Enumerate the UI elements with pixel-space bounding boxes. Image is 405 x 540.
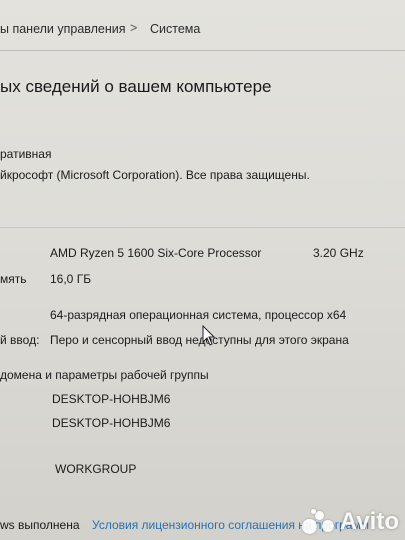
- workgroup-value: WORKGROUP: [55, 462, 137, 476]
- system-control-panel-window: ы панели управления > Система ых сведени…: [0, 0, 405, 540]
- breadcrumb-divider: [0, 50, 405, 51]
- pen-touch-value: Перо и сенсорный ввод недоступны для это…: [50, 333, 349, 347]
- memory-value: 16,0 ГБ: [50, 272, 92, 286]
- page-title: ых сведений о вашем компьютере: [0, 77, 272, 96]
- breadcrumb-separator-icon: >: [130, 21, 138, 35]
- computer-name-value: DESKTOP-HOHBJM6: [52, 392, 171, 406]
- section-divider: [0, 227, 405, 228]
- memory-label: мять: [0, 272, 27, 286]
- avito-watermark-text: Avito: [339, 508, 399, 535]
- activation-status: ws выполнена: [0, 518, 80, 532]
- system-type-value: 64-разрядная операционная система, проце…: [50, 308, 347, 322]
- computer-name-section-title: домена и параметры рабочей группы: [0, 368, 209, 382]
- avito-watermark: Avito: [301, 508, 399, 536]
- copyright-text: йкрософт (Microsoft Corporation). Все пр…: [0, 168, 310, 182]
- full-computer-name-value: DESKTOP-HOHBJM6: [52, 416, 171, 430]
- processor-value: AMD Ryzen 5 1600 Six-Core Processor: [50, 246, 262, 260]
- breadcrumb-item-control-panel[interactable]: ы панели управления: [0, 22, 126, 36]
- pen-touch-label: й ввод:: [0, 333, 40, 347]
- avito-logo-icon: [301, 509, 336, 535]
- mouse-cursor-icon: [202, 325, 216, 346]
- breadcrumb-item-system[interactable]: Система: [150, 22, 200, 36]
- windows-edition-name: ративная: [0, 147, 52, 161]
- processor-speed: 3.20 GHz: [313, 246, 364, 260]
